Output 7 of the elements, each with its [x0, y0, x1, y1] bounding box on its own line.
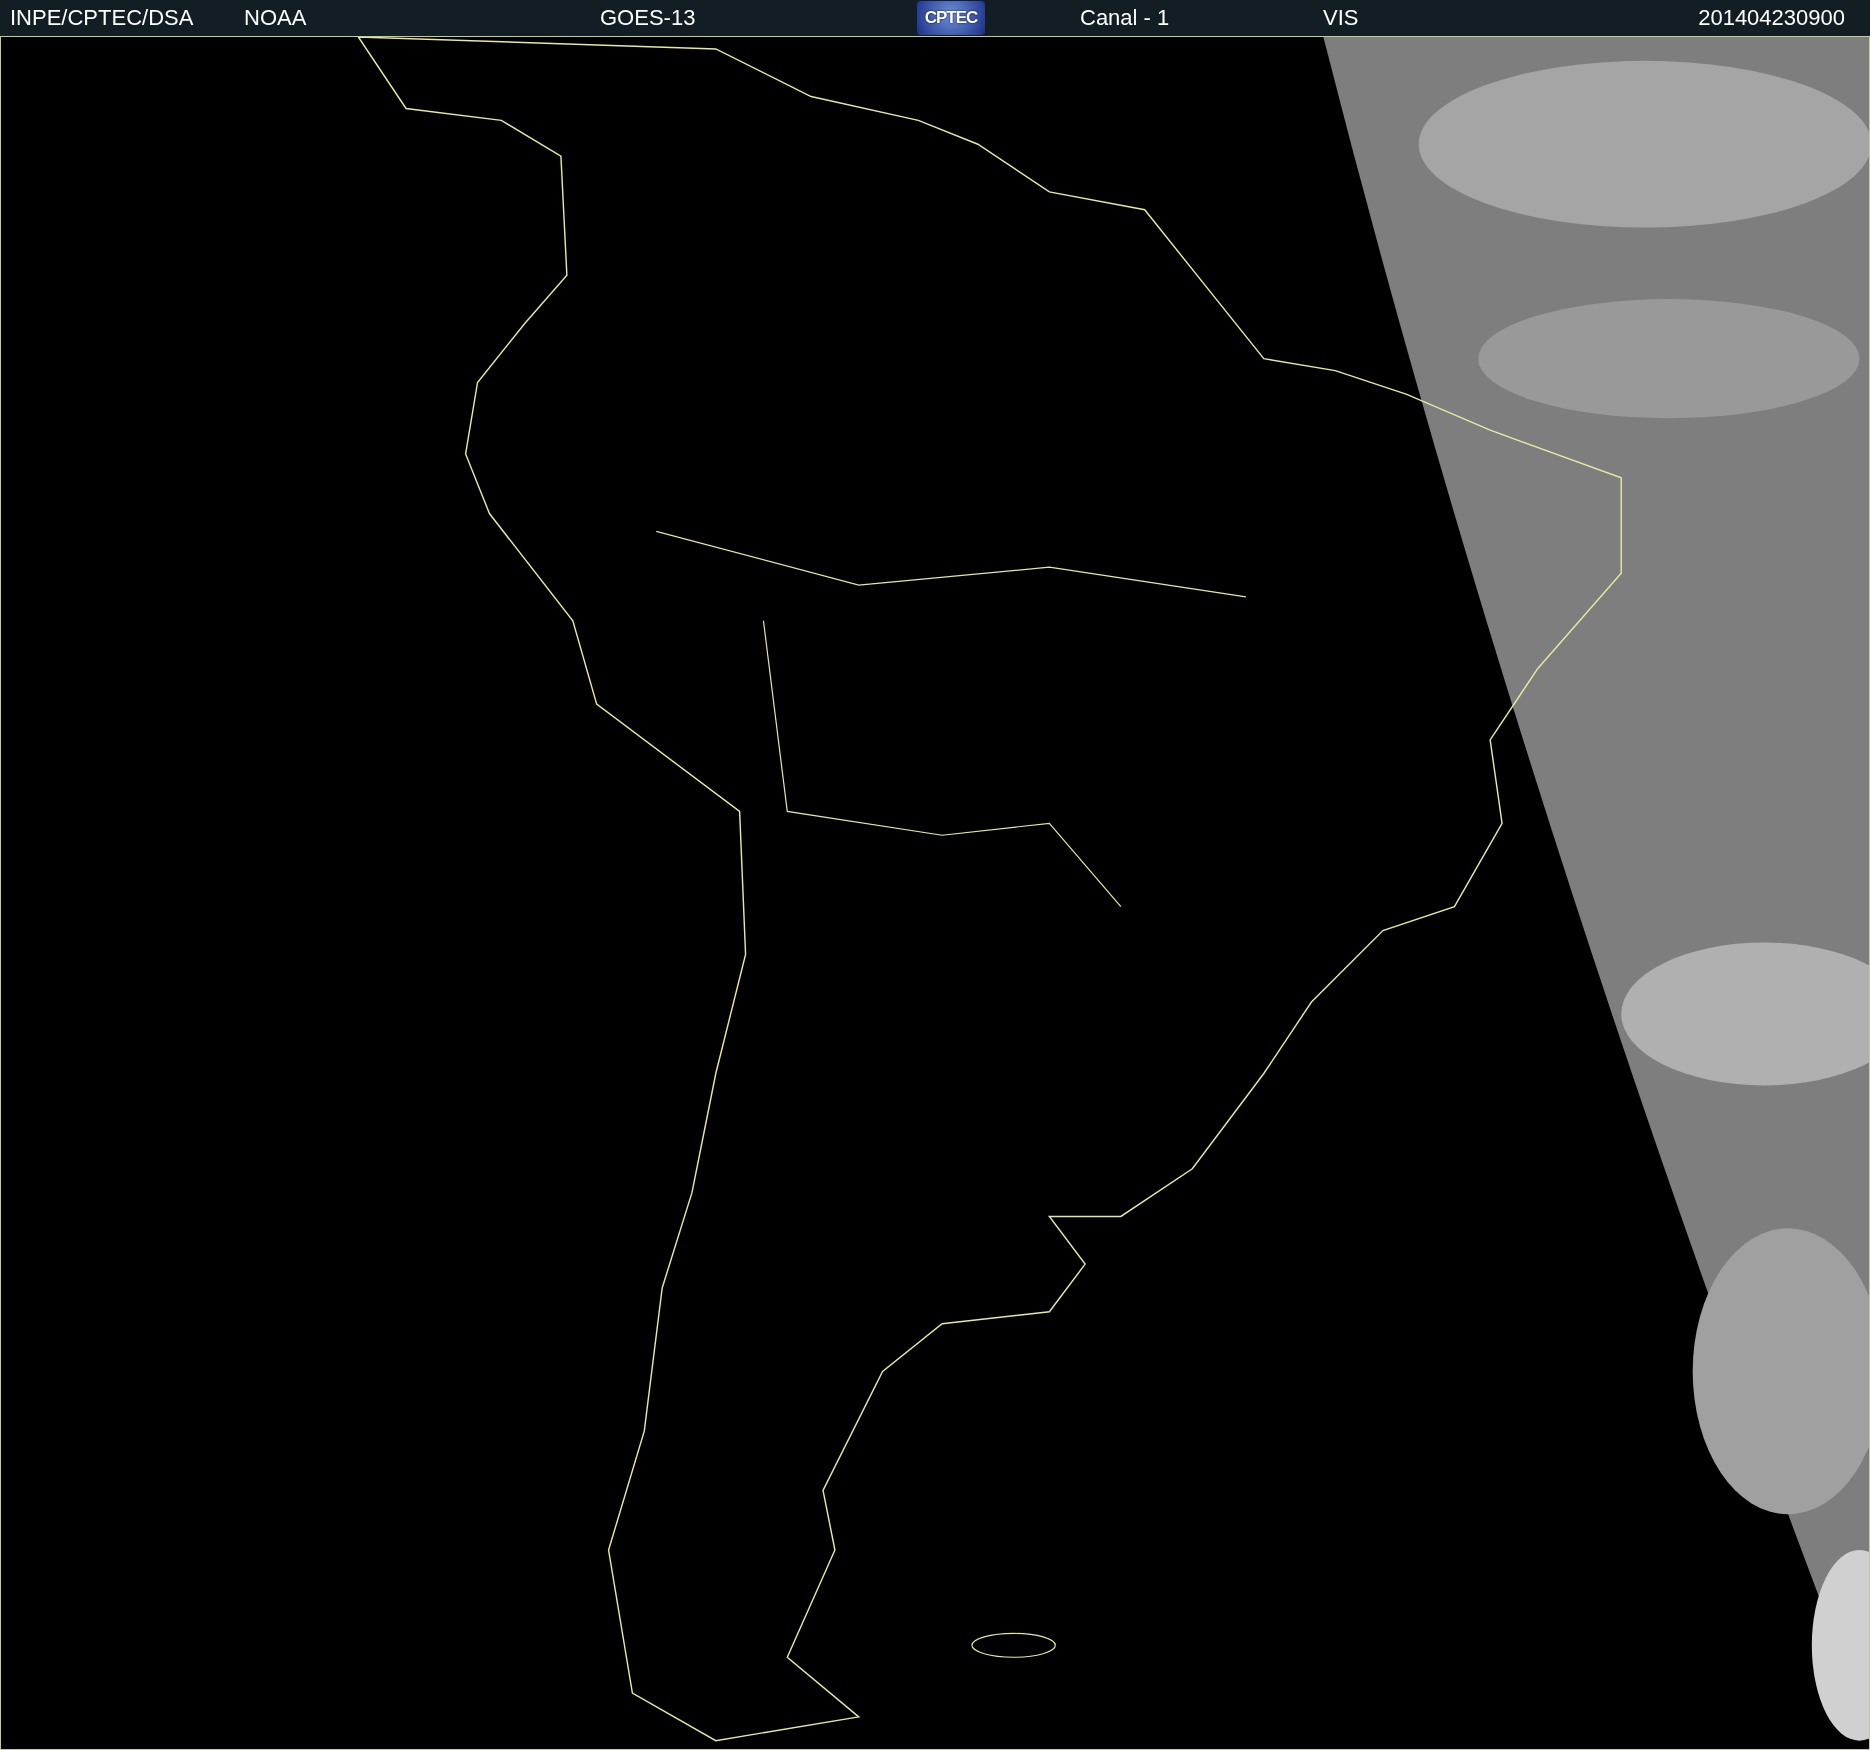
channel-label: Canal - 1: [1080, 5, 1171, 31]
satellite-label: GOES-13: [600, 5, 697, 31]
logo: CPTEC: [917, 1, 985, 35]
source-label: INPE/CPTEC/DSA: [10, 5, 195, 31]
timestamp-label: 201404230900: [1698, 5, 1846, 31]
band-label: VIS: [1323, 5, 1360, 31]
agency-label: NOAA: [244, 5, 308, 31]
